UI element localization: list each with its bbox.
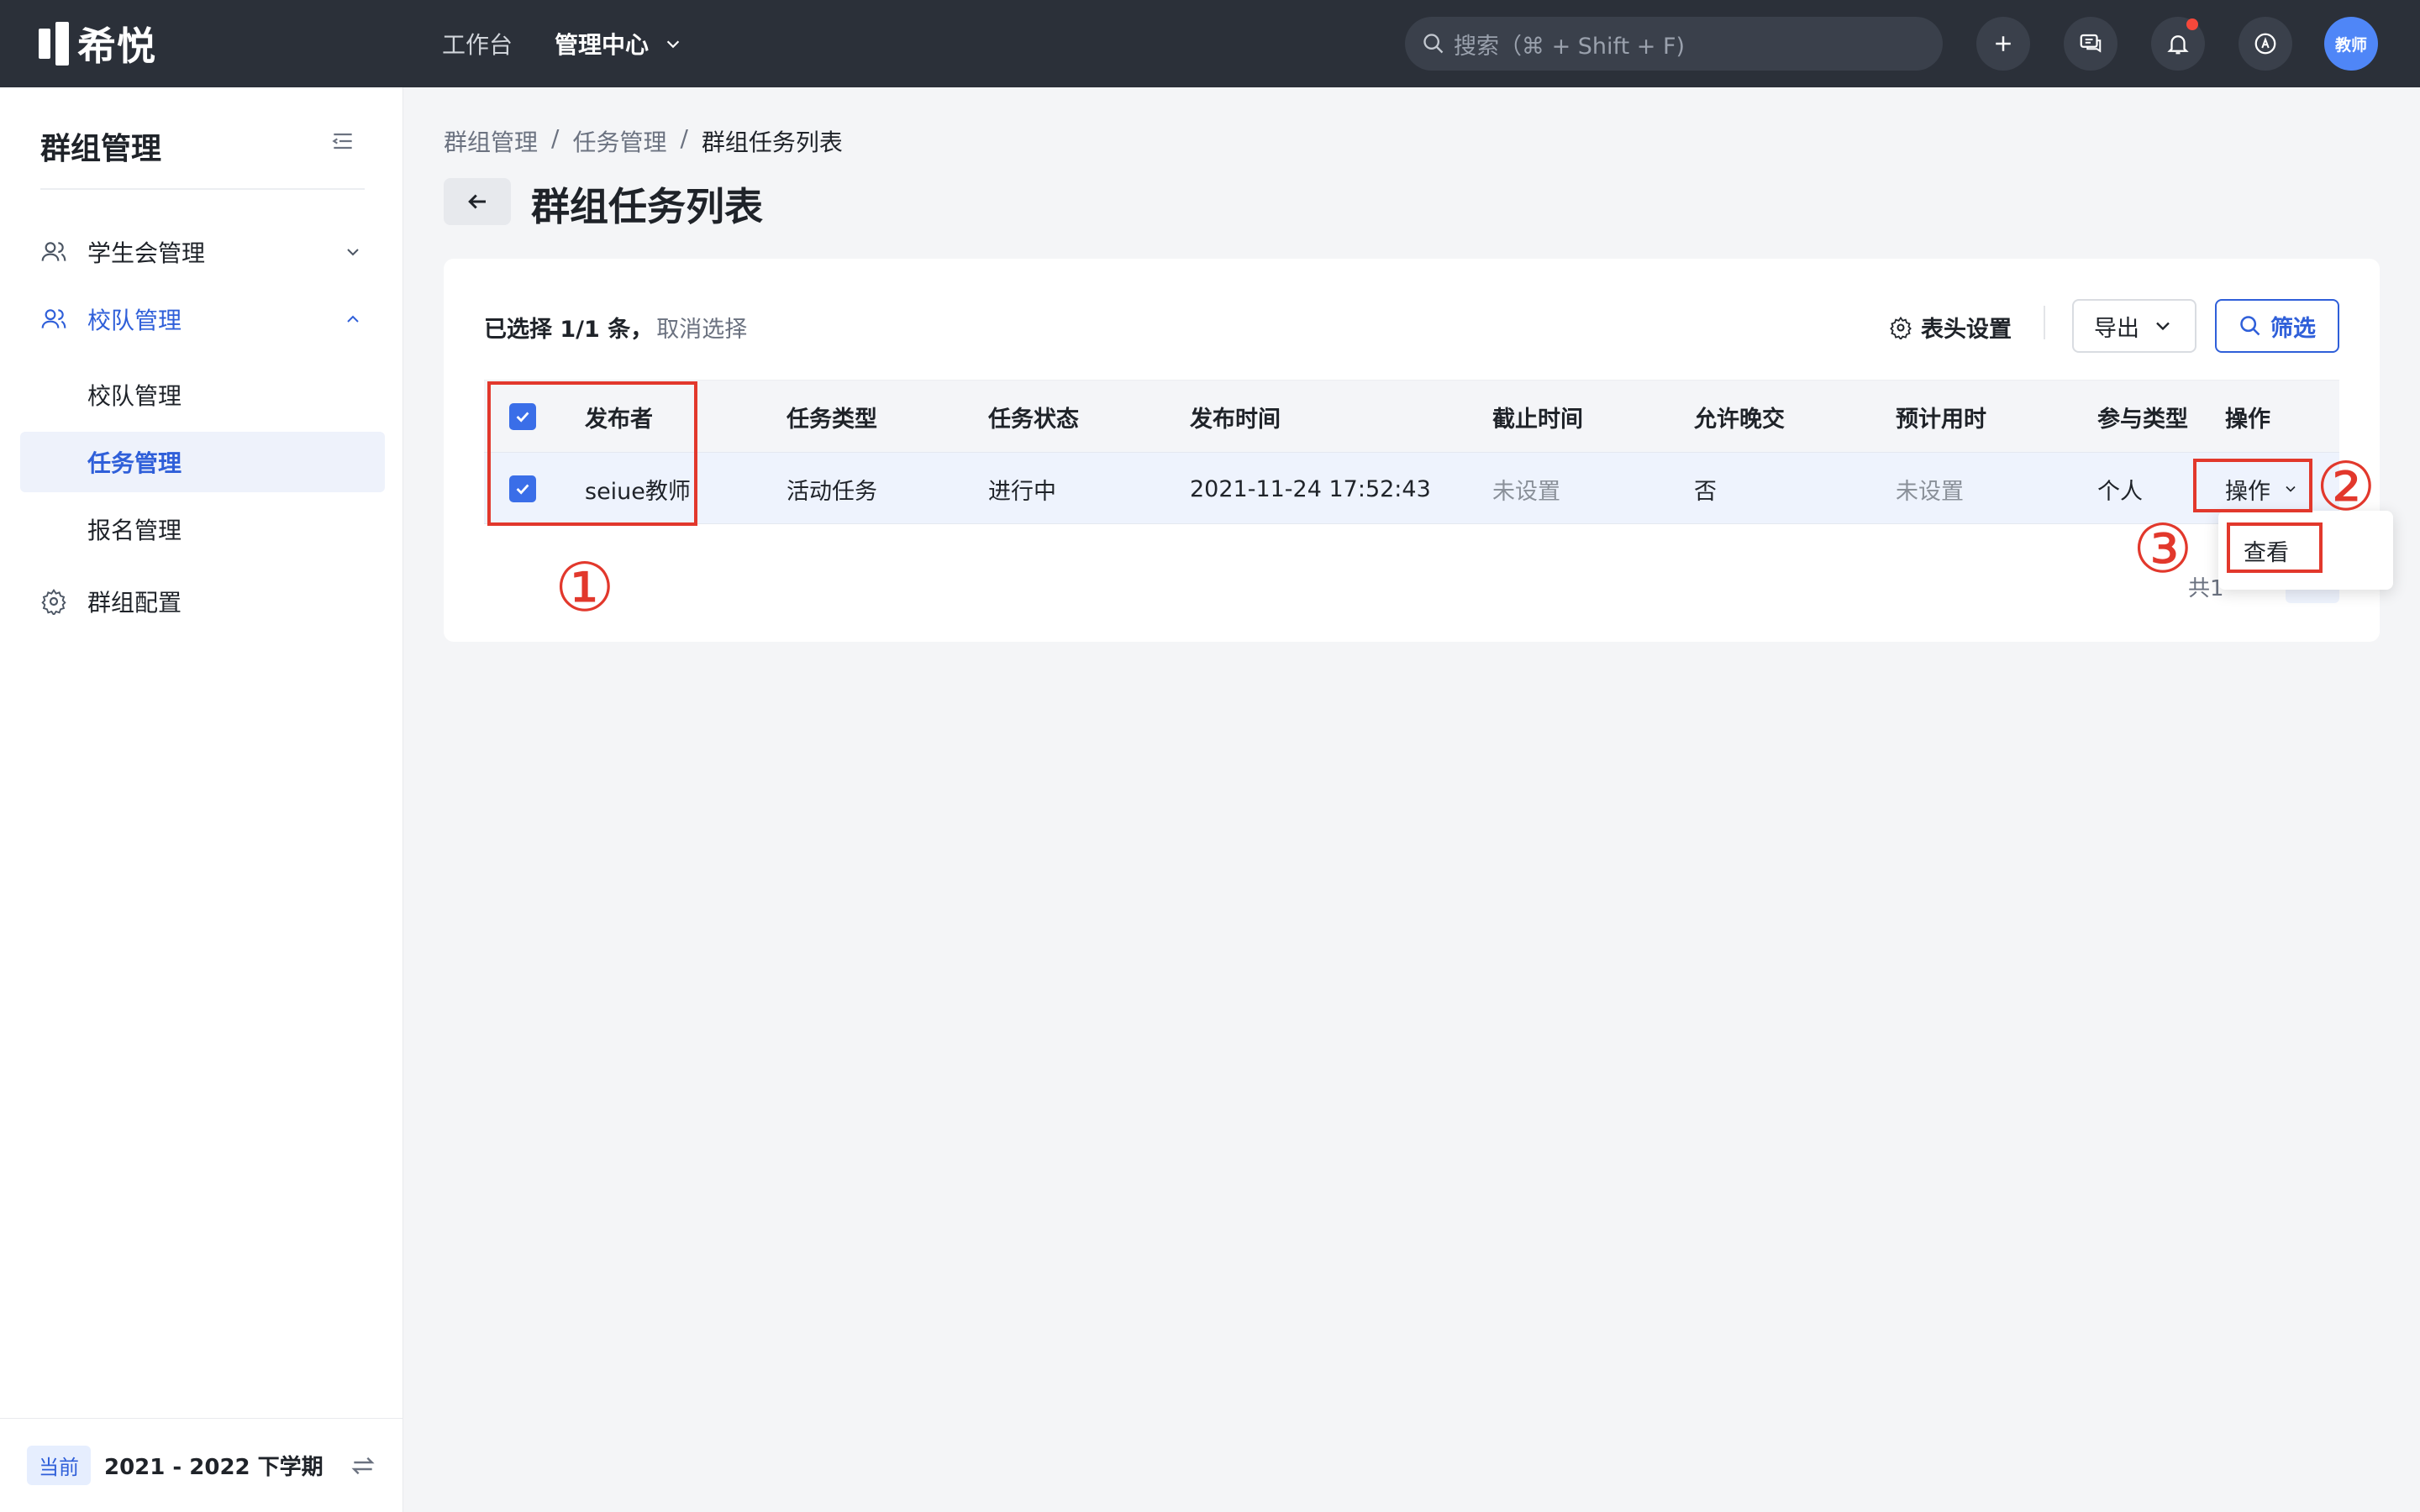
user-avatar[interactable]: 教师 (2324, 17, 2378, 71)
export-button[interactable]: 导出 (2072, 299, 2196, 353)
sidebar-subitem-signup-management[interactable]: 报名管理 (20, 499, 385, 559)
sidebar: 群组管理 学生会管理 校队管理 校队管理 任务管理 报名管理 群组配置 当前 2… (0, 87, 403, 1512)
column-header-type[interactable]: 任务类型 (786, 381, 877, 453)
swap-icon[interactable] (350, 1452, 376, 1479)
users-icon (41, 242, 66, 261)
column-header-action: 操作 (2225, 406, 2270, 433)
global-search-input[interactable]: 搜索（⌘ + Shift + F) (1405, 17, 1943, 71)
sidebar-item-student-union[interactable]: 学生会管理 (40, 227, 363, 277)
notifications-button[interactable] (2151, 17, 2205, 71)
column-header-published[interactable]: 发布时间 (1190, 381, 1281, 453)
column-header-participation[interactable]: 参与类型 (2097, 381, 2188, 453)
nav-workbench[interactable]: 工作台 (442, 27, 513, 60)
breadcrumb-current: 群组任务列表 (701, 129, 843, 156)
chevron-down-icon (664, 34, 682, 53)
column-header-status[interactable]: 任务状态 (988, 381, 1079, 453)
sidebar-subitem-task-management[interactable]: 任务管理 (20, 432, 385, 492)
chat-icon (2080, 34, 2102, 53)
term-switcher[interactable]: 当前 2021 - 2022 下学期 (0, 1418, 403, 1512)
task-table: 发布者 任务类型 任务状态 发布时间 截止时间 允许晚交 预计用时 参与类型 操… (484, 380, 2339, 524)
plus-icon (1996, 36, 2011, 51)
column-header-duration[interactable]: 预计用时 (1896, 381, 1986, 453)
header-settings-button[interactable]: 表头设置 (1889, 311, 2012, 344)
apps-button[interactable] (2238, 17, 2292, 71)
top-bar: 希悦 工作台 管理中心 搜索（⌘ + Shift + F) 教师 (0, 0, 2420, 87)
selected-count: 已选择 1/1 条， (484, 317, 654, 343)
annotation-box-1 (487, 381, 697, 526)
gear-icon (41, 588, 66, 615)
top-nav: 工作台 管理中心 (442, 0, 682, 87)
cell-late: 否 (1694, 478, 1717, 505)
compass-icon (2254, 33, 2276, 55)
chevron-down-icon (347, 249, 359, 256)
selection-info: 已选择 1/1 条， 取消选择 (484, 311, 747, 344)
brand-name: 希悦 (77, 24, 156, 69)
back-button[interactable] (444, 178, 511, 225)
search-icon (1423, 34, 1444, 54)
annotation-number-3: ③ (2133, 510, 2193, 588)
annotation-box-3 (2227, 522, 2323, 573)
brand-logo[interactable]: 希悦 (39, 20, 156, 69)
column-header-deadline[interactable]: 截止时间 (1492, 381, 1583, 453)
term-label: 2021 - 2022 下学期 (104, 1455, 324, 1480)
gear-icon (1890, 316, 1912, 339)
notification-dot (2186, 18, 2198, 30)
cell-type: 活动任务 (786, 478, 877, 505)
page-title: 群组任务列表 (531, 184, 763, 229)
collapse-sidebar-icon[interactable] (329, 128, 356, 155)
breadcrumb-separator: / (680, 124, 688, 152)
search-icon (2240, 316, 2260, 336)
users-icon (41, 309, 66, 328)
breadcrumb: 群组管理 / 任务管理 / 群组任务列表 (444, 124, 843, 158)
breadcrumb-separator: / (551, 124, 560, 152)
chevron-up-icon (347, 315, 359, 323)
chevron-down-icon (2156, 322, 2170, 331)
table-row[interactable]: seiue教师 活动任务 进行中 2021-11-24 17:52:43 未设置… (484, 452, 2339, 524)
sidebar-item-team[interactable]: 校队管理 (40, 294, 363, 344)
nav-admin-center[interactable]: 管理中心 (555, 27, 682, 60)
table-header: 发布者 任务类型 任务状态 发布时间 截止时间 允许晚交 预计用时 参与类型 操… (484, 380, 2339, 452)
annotation-number-2: ② (2316, 448, 2376, 526)
sidebar-item-group-config[interactable]: 群组配置 (40, 576, 363, 627)
sidebar-subitem-team-management[interactable]: 校队管理 (20, 365, 385, 425)
bell-icon (2167, 35, 2189, 55)
cancel-selection-link[interactable]: 取消选择 (656, 311, 747, 344)
divider (40, 188, 365, 190)
filter-button[interactable]: 筛选 (2215, 299, 2339, 353)
cell-published: 2021-11-24 17:52:43 (1190, 475, 1431, 502)
cell-deadline: 未设置 (1492, 478, 1560, 505)
logo-icon (39, 22, 69, 66)
add-button[interactable] (1976, 17, 2030, 71)
messages-button[interactable] (2064, 17, 2118, 71)
cell-status: 进行中 (988, 478, 1056, 505)
breadcrumb-group-management[interactable]: 群组管理 (444, 124, 538, 158)
breadcrumb-task-management[interactable]: 任务管理 (572, 124, 666, 158)
column-header-late[interactable]: 允许晚交 (1694, 381, 1785, 453)
arrow-left-icon (468, 194, 486, 209)
sidebar-title: 群组管理 (40, 132, 162, 166)
task-list-card: 已选择 1/1 条， 取消选择 表头设置 导出 筛选 发布者 任务类型 任务状态… (444, 259, 2380, 642)
current-term-badge: 当前 (27, 1446, 91, 1485)
cell-duration: 未设置 (1896, 478, 1964, 505)
annotation-number-1: ① (555, 549, 615, 627)
annotation-box-2 (2193, 459, 2312, 512)
toolbar-divider (2044, 306, 2045, 339)
